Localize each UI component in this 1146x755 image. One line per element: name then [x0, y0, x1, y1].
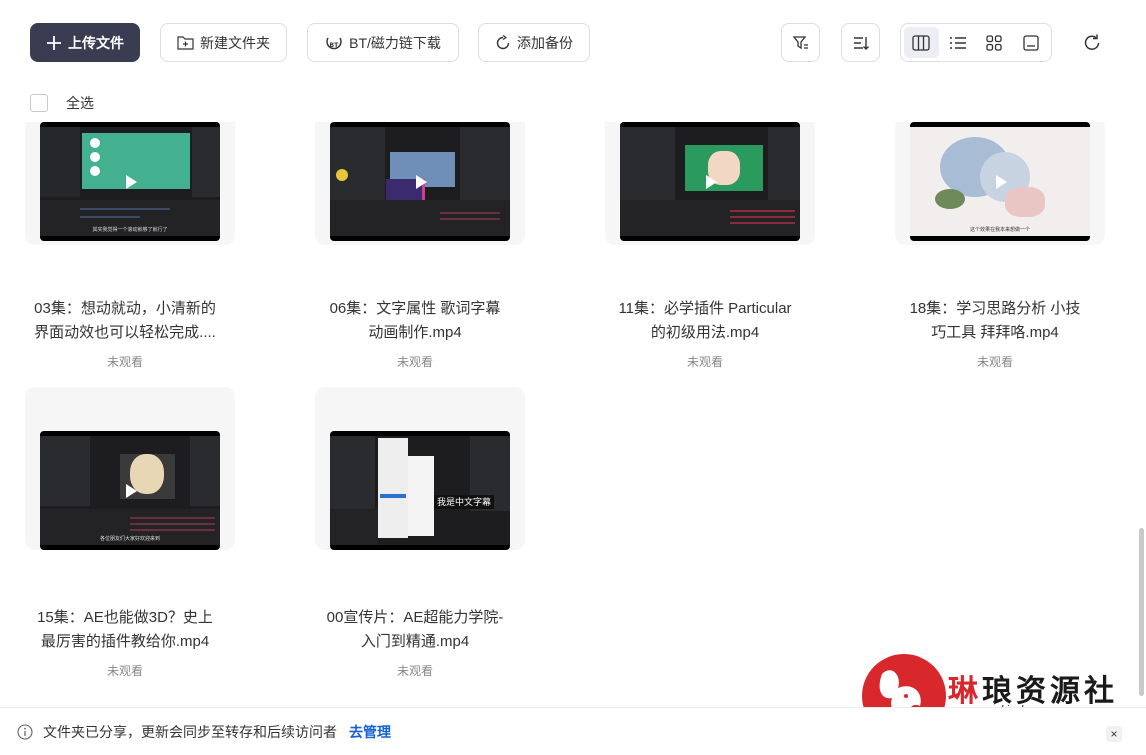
video-thumbnail[interactable]: 这个效果在我本来想做一个 — [910, 122, 1090, 241]
manage-link[interactable]: 去管理 — [349, 722, 391, 742]
new-folder-button[interactable]: 新建文件夹 — [160, 23, 287, 62]
info-icon — [17, 723, 33, 740]
video-thumbnail[interactable] — [330, 122, 510, 241]
play-icon — [126, 174, 137, 189]
plus-icon — [47, 35, 61, 50]
grid-icon — [986, 34, 1002, 51]
watch-status: 未观看 — [106, 664, 143, 678]
sync-icon — [496, 34, 510, 49]
file-card[interactable]: 06集：文字属性 歌词字幕 动画制作.mp4 未观看 — [290, 122, 580, 382]
file-name: 11集：必学插件 Particular 的初级用法.mp4 — [618, 300, 792, 341]
play-icon — [996, 174, 1007, 189]
play-icon — [126, 483, 137, 498]
bt-download-label: BT/磁力链下载 — [349, 34, 441, 51]
watch-status: 未观看 — [106, 355, 143, 369]
video-thumbnail[interactable]: 各位朋友们大家好欢迎来到 — [40, 431, 220, 550]
new-folder-label: 新建文件夹 — [200, 34, 270, 51]
file-card[interactable]: 我是中文字幕 00宣传片：AE超能力学院- 入门到精通.mp4 未观看 — [290, 387, 580, 687]
upload-label: 上传文件 — [68, 34, 124, 51]
close-notice-button[interactable]: × — [1106, 726, 1122, 742]
share-notice-bar: 文件夹已分享，更新会同步至转存和后续访问者 去管理 × — [0, 707, 1146, 755]
sort-button[interactable] — [841, 23, 880, 62]
file-grid: 其实我觉得一个滚动就够了就行了 03集：想动就动，小清新的 界面动效也可以轻松完… — [0, 122, 1140, 692]
watch-status: 未观看 — [976, 355, 1013, 369]
select-all-label: 全选 — [66, 95, 94, 111]
video-subtitle: 其实我觉得一个滚动就够了就行了 — [92, 227, 168, 233]
refresh-icon — [1084, 34, 1100, 50]
preview-icon — [1023, 34, 1039, 51]
refresh-button[interactable] — [1075, 23, 1109, 62]
file-name: 00宣传片：AE超能力学院- 入门到精通.mp4 — [326, 609, 504, 650]
file-browser-page: 上传文件 新建文件夹 BT BT/磁力链下载 添加备份 全选 其实我觉得一个滚动… — [0, 0, 1146, 755]
folder-plus-icon — [177, 36, 194, 50]
view-column-option[interactable] — [904, 27, 939, 58]
select-all-row: 全选 — [30, 93, 94, 113]
file-name: 18集：学习思路分析 小技 巧工具 拜拜咯.mp4 — [909, 300, 1081, 341]
play-icon — [706, 174, 717, 189]
bt-magnet-icon: BT — [326, 37, 342, 49]
file-card[interactable]: 各位朋友们大家好欢迎来到 15集：AE也能做3D？史上 最厉害的插件教给你.mp… — [0, 387, 290, 687]
watch-status: 未观看 — [686, 355, 723, 369]
watch-status: 未观看 — [396, 664, 433, 678]
add-backup-button[interactable]: 添加备份 — [478, 23, 590, 62]
file-name: 15集：AE也能做3D？史上 最厉害的插件教给你.mp4 — [37, 609, 213, 650]
sort-icon — [853, 36, 869, 50]
columns-icon — [912, 34, 930, 51]
watch-status: 未观看 — [396, 355, 433, 369]
video-thumbnail[interactable]: 我是中文字幕 — [330, 431, 510, 550]
file-card[interactable]: 这个效果在我本来想做一个 18集：学习思路分析 小技 巧工具 拜拜咯.mp4 未… — [870, 122, 1140, 382]
video-subtitle: 各位朋友们大家好欢迎来到 — [99, 536, 160, 542]
view-grid-option[interactable] — [977, 27, 1012, 58]
select-all-checkbox[interactable] — [30, 94, 48, 112]
view-list-option[interactable] — [941, 27, 976, 58]
video-thumbnail[interactable] — [620, 122, 800, 241]
file-name: 06集：文字属性 歌词字幕 动画制作.mp4 — [329, 300, 501, 341]
svg-text:BT: BT — [330, 42, 340, 49]
video-subtitle: 这个效果在我本来想做一个 — [969, 227, 1030, 233]
bt-download-button[interactable]: BT BT/磁力链下载 — [307, 23, 459, 62]
file-card[interactable]: 11集：必学插件 Particular 的初级用法.mp4 未观看 — [580, 122, 870, 382]
filter-button[interactable] — [781, 23, 820, 62]
play-icon — [416, 174, 427, 189]
add-backup-label: 添加备份 — [517, 34, 573, 51]
file-card[interactable]: 其实我觉得一个滚动就够了就行了 03集：想动就动，小清新的 界面动效也可以轻松完… — [0, 122, 290, 382]
share-notice-text: 文件夹已分享，更新会同步至转存和后续访问者 — [43, 723, 337, 740]
list-icon — [949, 36, 966, 49]
ae-screenshot — [330, 436, 510, 545]
file-name: 03集：想动就动，小清新的 界面动效也可以轻松完成.... — [34, 300, 216, 341]
filter-icon — [792, 35, 808, 49]
view-mode-switcher — [900, 23, 1052, 62]
toolbar: 上传文件 新建文件夹 BT BT/磁力链下载 添加备份 — [30, 23, 1116, 63]
upload-button[interactable]: 上传文件 — [30, 23, 140, 62]
video-thumbnail[interactable]: 其实我觉得一个滚动就够了就行了 — [40, 122, 220, 241]
view-preview-option[interactable] — [1014, 27, 1049, 58]
video-subtitle: 我是中文字幕 — [434, 495, 494, 509]
